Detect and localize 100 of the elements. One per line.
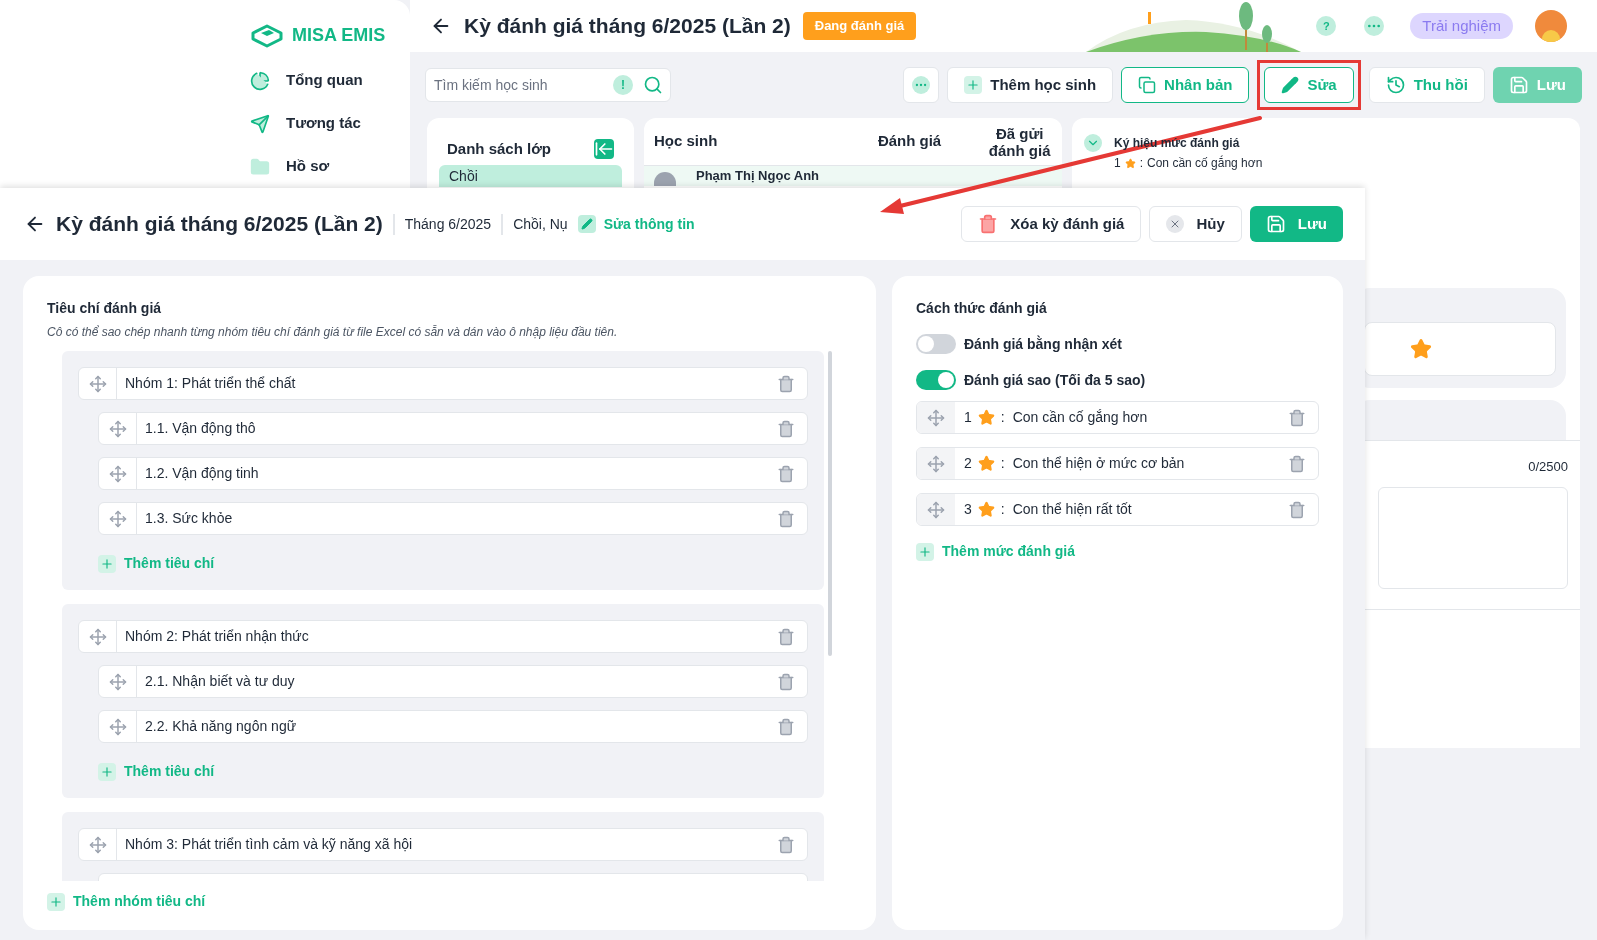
level-number: 3 <box>964 500 972 519</box>
criteria-name: 1.1. Vận động thô <box>144 419 257 438</box>
trash-icon[interactable] <box>1288 408 1306 427</box>
criteria-name: Nhóm 1: Phát triển thể chất <box>124 374 297 393</box>
level-description: Con thể hiện ở mức cơ bản <box>1012 454 1186 473</box>
drag-handle-icon[interactable] <box>108 717 127 736</box>
plus-icon <box>47 892 65 911</box>
sidebar-item[interactable]: Tương tác <box>250 112 410 135</box>
drag-handle-icon[interactable] <box>108 419 127 438</box>
section-title: Tiêu chí đánh giá <box>47 299 163 318</box>
option-label: Đánh giá bằng nhận xét <box>964 334 1122 354</box>
copy-icon <box>1138 76 1157 94</box>
trash-icon[interactable] <box>777 509 795 528</box>
scrollbar[interactable] <box>828 351 832 656</box>
more-icon <box>912 76 931 94</box>
level-description: Con thể hiện rất tốt <box>1012 500 1133 519</box>
add-level-button[interactable]: Thêm mức đánh giá <box>916 541 1076 562</box>
plus-icon <box>916 542 934 561</box>
trash-icon[interactable] <box>777 464 795 483</box>
page-title: Kỳ đánh giá tháng 6/2025 (Lần 2) <box>464 13 791 40</box>
criteria-name: Nhóm 2: Phát triển nhận thức <box>124 627 310 646</box>
duplicate-button[interactable]: Nhân bản <box>1121 67 1250 103</box>
trash-icon[interactable] <box>777 717 795 736</box>
class-item[interactable]: Chồi <box>439 164 622 187</box>
avatar[interactable] <box>1535 10 1567 42</box>
add-student-button[interactable]: Thêm học sinh <box>947 67 1114 103</box>
brand-name: MISA EMIS <box>292 24 386 47</box>
delete-period-button[interactable]: Xóa kỳ đánh giá <box>961 206 1142 242</box>
status-badge: Đang đánh giá <box>802 12 917 40</box>
panel-title: Danh sách lớp <box>447 139 552 159</box>
level-number: 2 <box>964 454 972 473</box>
level-separator: : <box>1000 408 1005 427</box>
paper-plane-icon <box>250 113 270 134</box>
drag-handle-icon[interactable] <box>927 408 945 427</box>
more-button[interactable] <box>903 67 940 103</box>
save-button[interactable]: Lưu <box>1492 67 1582 103</box>
star-icon <box>1124 157 1136 169</box>
collapse-panel-icon[interactable] <box>594 139 614 160</box>
character-counter: 0/2500 <box>1528 458 1568 476</box>
cancel-button[interactable]: Hủy <box>1149 206 1242 242</box>
sidebar-item[interactable]: Tổng quan <box>250 69 410 92</box>
criteria-name: 2.2. Khả năng ngôn ngữ <box>144 717 298 736</box>
pencil-icon <box>577 215 596 233</box>
level-number: 1 <box>964 408 972 427</box>
page-title: Kỳ đánh giá tháng 6/2025 (Lần 2) <box>56 211 383 238</box>
edit-button[interactable]: Sửa <box>1264 67 1354 103</box>
level-description: Con cần cố gắng hơn <box>1147 154 1263 172</box>
drag-handle-icon[interactable] <box>108 464 127 483</box>
clock-icon <box>1385 75 1406 95</box>
level-number: 1 <box>1114 155 1121 172</box>
column-header: Đánh giá <box>877 131 943 152</box>
criteria-name: Nhóm 3: Phát triển tình cảm và kỹ năng xã hội <box>124 835 414 854</box>
search-icon[interactable] <box>643 75 663 95</box>
star-icon <box>977 409 995 426</box>
trash-icon[interactable] <box>777 672 795 691</box>
recall-button[interactable]: Thu hồi <box>1368 67 1485 103</box>
trash-icon[interactable] <box>777 835 795 854</box>
chevron-down-icon[interactable] <box>1084 134 1102 152</box>
trash-icon <box>978 214 999 234</box>
trash-icon[interactable] <box>777 374 795 393</box>
drag-handle-icon[interactable] <box>927 454 945 473</box>
level-separator: : <box>1000 500 1005 519</box>
drag-handle-icon[interactable] <box>88 374 107 393</box>
trial-badge[interactable]: Trải nghiệm <box>1410 12 1513 40</box>
section-title: Cách thức đánh giá <box>916 299 1048 318</box>
save-icon <box>1265 214 1286 234</box>
trash-icon[interactable] <box>1288 454 1306 473</box>
add-criteria-button[interactable]: Thêm tiêu chí <box>98 761 808 782</box>
trash-icon[interactable] <box>777 627 795 646</box>
star-icon[interactable] <box>1410 338 1432 360</box>
edit-info-link[interactable]: Sửa thông tin <box>577 213 695 235</box>
criteria-name: 1.3. Sức khỏe <box>144 509 234 528</box>
student-name: Phạm Thị Ngọc Anh <box>696 168 820 184</box>
trash-icon[interactable] <box>777 419 795 438</box>
pie-chart-icon <box>250 70 270 91</box>
star-icon <box>977 501 995 518</box>
drag-handle-icon[interactable] <box>927 500 945 519</box>
save-button[interactable]: Lưu <box>1249 206 1343 242</box>
trash-icon[interactable] <box>1288 500 1306 519</box>
drag-handle-icon[interactable] <box>88 627 107 646</box>
criteria-name: 2.1. Nhận biết và tư duy <box>144 672 296 691</box>
add-group-button[interactable]: Thêm nhóm tiêu chí <box>47 891 206 912</box>
classes-label: Chồi, Nụ <box>501 213 568 235</box>
drag-handle-icon[interactable] <box>108 672 127 691</box>
pencil-icon <box>1281 76 1300 94</box>
help-button[interactable]: ? <box>1316 16 1337 36</box>
more-icon[interactable] <box>1364 16 1385 36</box>
toggle-switch[interactable] <box>916 370 956 390</box>
save-icon <box>1508 75 1529 95</box>
add-criteria-button[interactable]: Thêm tiêu chí <box>98 553 808 574</box>
comment-field[interactable] <box>1378 486 1568 589</box>
column-header: Đã gửi đánh giá <box>987 124 1052 159</box>
period-label: Tháng 6/2025 <box>392 213 492 235</box>
drag-handle-icon[interactable] <box>108 509 127 528</box>
level-separator: : <box>1139 155 1144 172</box>
option-label: Đánh giá sao (Tối đa 5 sao) <box>964 370 1146 390</box>
drag-handle-icon[interactable] <box>88 835 107 854</box>
plus-icon <box>98 762 116 781</box>
toggle-switch[interactable] <box>916 334 956 354</box>
sidebar-item[interactable]: Hồ sơ <box>250 155 410 178</box>
